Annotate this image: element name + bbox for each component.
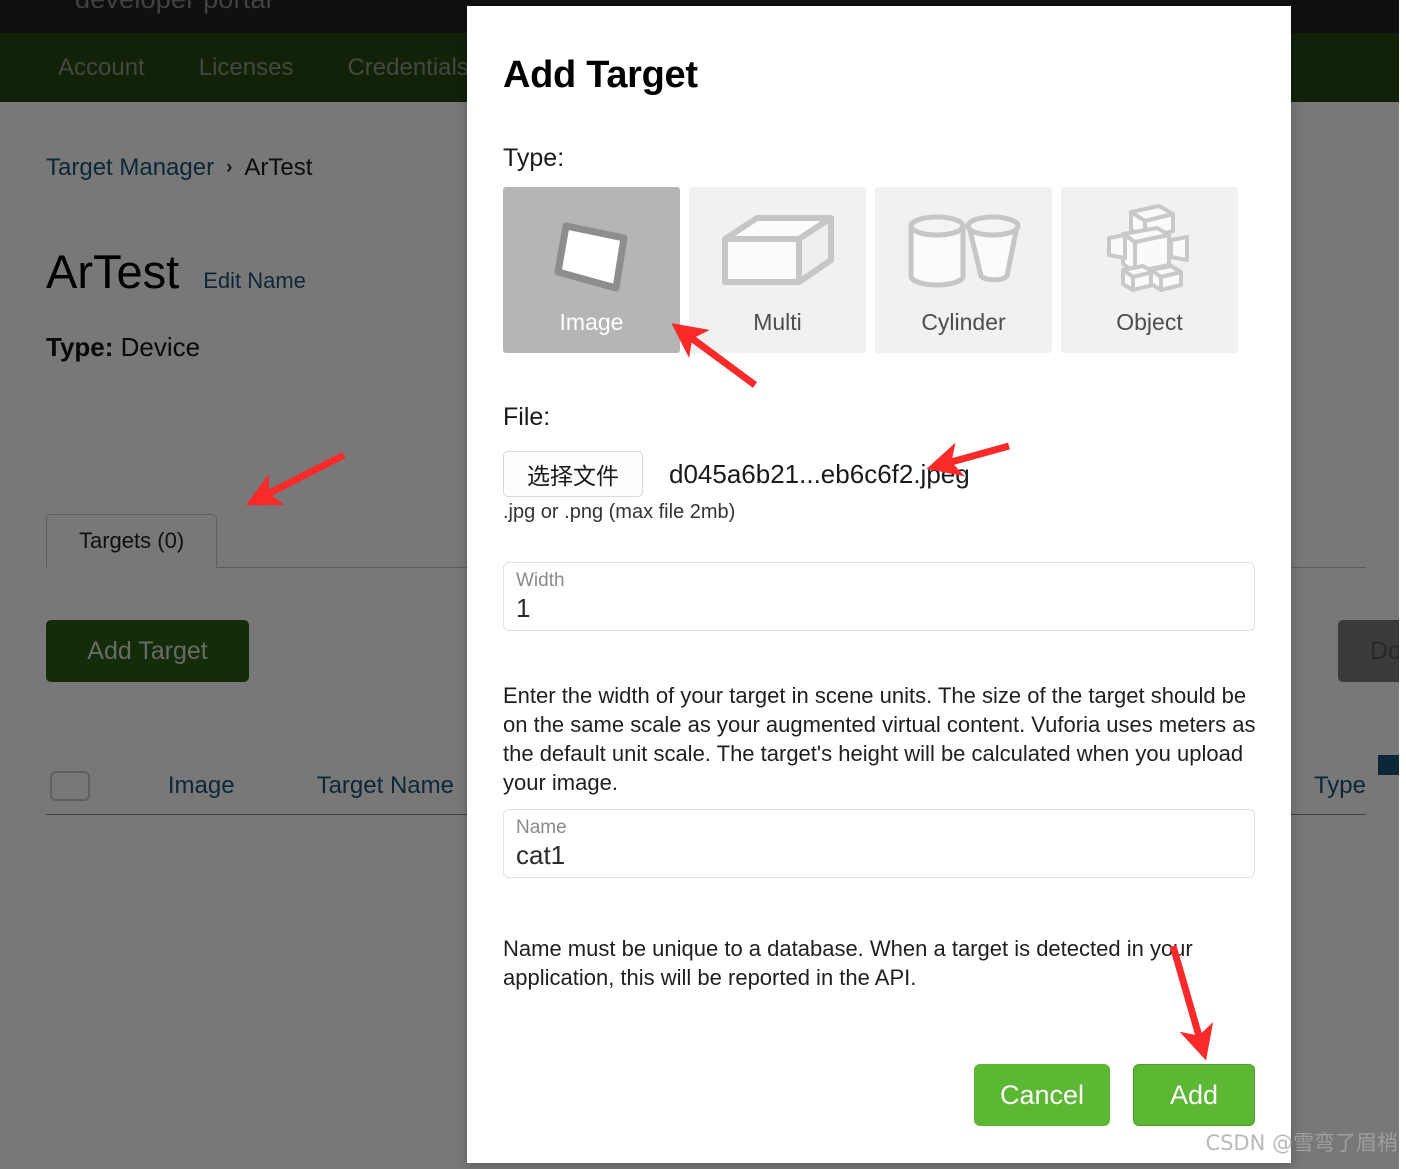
type-card-object-label: Object xyxy=(1116,309,1183,335)
database-type-value: Device xyxy=(120,332,201,362)
column-header-target-name[interactable]: Target Name xyxy=(317,772,454,800)
selected-file-name: d045a6b21...eb6c6f2.jpeg xyxy=(669,458,970,489)
database-type-row: Type: Device xyxy=(46,332,200,363)
select-all-checkbox[interactable] xyxy=(50,770,90,801)
cancel-button[interactable]: Cancel xyxy=(973,1064,1110,1126)
choose-file-button[interactable]: 选择文件 xyxy=(503,451,643,497)
width-field[interactable]: Width xyxy=(503,562,1255,631)
nav-item-account[interactable]: Account xyxy=(58,54,145,82)
database-type-label: Type: xyxy=(46,332,114,362)
type-card-multi[interactable]: Multi xyxy=(689,187,866,353)
type-card-image-label: Image xyxy=(559,309,624,335)
nav-item-licenses[interactable]: Licenses xyxy=(199,54,294,82)
name-field[interactable]: Name xyxy=(503,809,1255,878)
name-input[interactable] xyxy=(516,839,1242,871)
file-picker-row: 选择文件 d045a6b21...eb6c6f2.jpeg xyxy=(503,451,970,497)
add-button[interactable]: Add xyxy=(1133,1064,1255,1126)
download-database-button[interactable]: Download Database (All) xyxy=(1338,620,1399,682)
page-title: ArTest xyxy=(46,245,180,298)
type-section-label: Type: xyxy=(503,144,565,172)
add-target-dialog: Add Target Type: Image Multi Cylinder Ob… xyxy=(467,6,1291,1163)
file-section-label: File: xyxy=(503,403,551,431)
csdn-watermark: CSDN @雪弯了眉梢 xyxy=(1205,1127,1398,1157)
watermark-prefix: CSDN @ xyxy=(1205,1131,1293,1155)
column-header-type[interactable]: Type xyxy=(1314,772,1366,800)
chevron-right-icon: › xyxy=(226,157,233,178)
breadcrumb-link-target-manager[interactable]: Target Manager xyxy=(46,154,214,182)
name-field-label: Name xyxy=(516,817,567,838)
cylinder-target-icon xyxy=(875,201,1052,301)
dialog-actions: Cancel Add xyxy=(503,1064,1255,1126)
page-title-row: ArTest Edit Name xyxy=(46,248,306,295)
type-card-cylinder-label: Cylinder xyxy=(921,309,1006,335)
type-card-object[interactable]: Object xyxy=(1061,187,1238,353)
type-card-multi-label: Multi xyxy=(753,309,802,335)
width-help-text: Enter the width of your target in scene … xyxy=(503,683,1256,795)
breadcrumb-current: ArTest xyxy=(244,154,313,181)
brand-logo-text: developer portal xyxy=(75,0,272,15)
nav-item-credentials[interactable]: Credentials xyxy=(347,54,468,82)
type-card-image[interactable]: Image xyxy=(503,187,680,353)
target-type-selector: Image Multi Cylinder Object xyxy=(503,187,1238,353)
width-field-label: Width xyxy=(516,570,565,591)
file-format-hint: .jpg or .png (max file 2mb) xyxy=(503,501,736,523)
breadcrumb: Target Manager › ArTest xyxy=(46,154,312,182)
object-target-icon xyxy=(1061,201,1238,301)
name-help-text: Name must be unique to a database. When … xyxy=(503,936,1193,990)
type-card-cylinder[interactable]: Cylinder xyxy=(875,187,1052,353)
add-target-button[interactable]: Add Target xyxy=(46,620,249,682)
watermark-author: 雪弯了眉梢 xyxy=(1293,1131,1398,1155)
width-input[interactable] xyxy=(516,592,1242,624)
column-header-image[interactable]: Image xyxy=(168,772,235,800)
box-target-icon xyxy=(689,201,866,301)
pagination-indicator[interactable] xyxy=(1378,755,1399,775)
dialog-title: Add Target xyxy=(503,54,698,96)
edit-name-link[interactable]: Edit Name xyxy=(203,268,306,294)
tab-targets[interactable]: Targets (0) xyxy=(46,514,218,568)
plane-target-icon xyxy=(503,201,680,301)
